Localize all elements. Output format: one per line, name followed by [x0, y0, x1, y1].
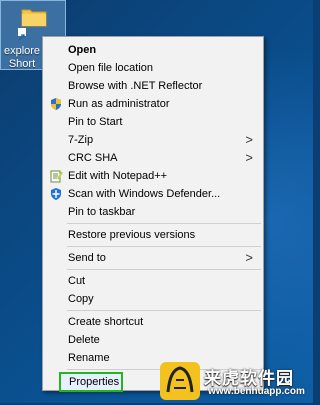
menu-item-7zip[interactable]: 7-Zip >	[43, 131, 263, 149]
menu-item-properties[interactable]: Properties	[59, 372, 123, 392]
menu-item-edit-with-notepadpp[interactable]: Edit with Notepad++	[43, 167, 263, 185]
menu-item-send-to[interactable]: Send to >	[43, 249, 263, 267]
notepadpp-icon	[50, 170, 63, 183]
menu-item-cut[interactable]: Cut	[43, 272, 263, 290]
menu-separator	[67, 223, 261, 224]
menu-separator	[67, 246, 261, 247]
menu-item-copy[interactable]: Copy	[43, 290, 263, 308]
chevron-right-icon: >	[245, 132, 253, 147]
desktop-icon-label: explore Short	[3, 45, 41, 70]
chevron-right-icon: >	[245, 250, 253, 265]
shield-icon	[51, 98, 61, 110]
menu-item-create-shortcut[interactable]: Create shortcut	[43, 313, 263, 331]
menu-item-scan-windows-defender[interactable]: Scan with Windows Defender...	[43, 185, 263, 203]
menu-separator	[67, 269, 261, 270]
menu-item-pin-to-start[interactable]: Pin to Start	[43, 113, 263, 131]
menu-separator	[67, 310, 261, 311]
defender-icon	[51, 188, 61, 200]
menu-item-crc-sha[interactable]: CRC SHA >	[43, 149, 263, 167]
shortcut-arrow-icon	[17, 27, 27, 41]
menu-item-delete[interactable]: Delete	[43, 331, 263, 349]
chevron-right-icon: >	[245, 150, 253, 165]
menu-item-restore-previous-versions[interactable]: Restore previous versions	[43, 226, 263, 244]
menu-item-run-as-administrator[interactable]: Run as administrator	[43, 95, 263, 113]
folder-icon	[21, 9, 47, 27]
menu-item-browse-net-reflector[interactable]: Browse with .NET Reflector	[43, 77, 263, 95]
menu-item-pin-to-taskbar[interactable]: Pin to taskbar	[43, 203, 263, 221]
watermark-logo-icon	[160, 362, 200, 400]
menu-item-open[interactable]: Open	[43, 41, 263, 59]
site-watermark: 来虎软件园 www.benhuapp.com	[160, 360, 313, 403]
menu-item-open-file-location[interactable]: Open file location	[43, 59, 263, 77]
watermark-url: www.benhuapp.com	[208, 386, 305, 397]
context-menu: Open Open file location Browse with .NET…	[42, 36, 264, 392]
